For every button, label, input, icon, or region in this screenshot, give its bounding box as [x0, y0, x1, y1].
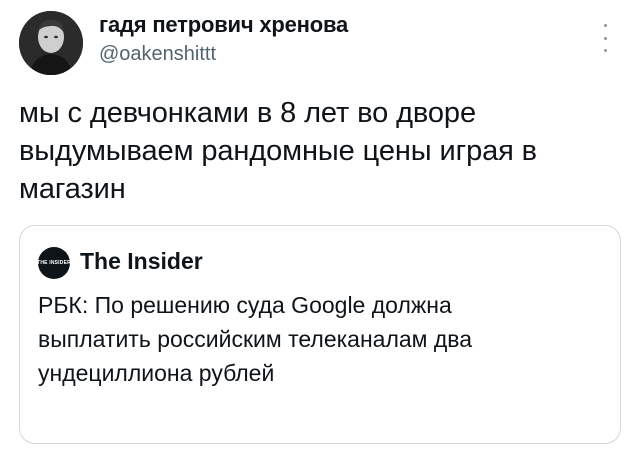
- author-handle[interactable]: @oakenshittt: [99, 43, 216, 66]
- quoted-tweet-card[interactable]: THE INSIDER The Insider РБК: По решению …: [19, 225, 621, 444]
- ellipsis-dot: [603, 36, 607, 40]
- tweet-text: мы с девчонками в 8 лет во дворе выдумыв…: [19, 97, 537, 205]
- quote-text: РБК: По решению суда Google должна выпла…: [38, 292, 473, 386]
- quote-source-name[interactable]: The Insider: [80, 248, 203, 275]
- ellipsis-dot: [603, 49, 607, 52]
- vertical-ellipsis-icon[interactable]: [598, 24, 612, 52]
- person-portrait-icon: [19, 11, 83, 75]
- ellipsis-dot: [603, 24, 607, 27]
- quote-logo-text: THE INSIDER: [37, 260, 71, 266]
- quote-source-logo[interactable]: THE INSIDER: [37, 247, 71, 279]
- author-avatar[interactable]: [19, 11, 83, 75]
- author-name[interactable]: гадя петрович хренова: [99, 12, 348, 38]
- tweet-container: гадя петрович хренова @oakenshittt мы с …: [0, 0, 640, 461]
